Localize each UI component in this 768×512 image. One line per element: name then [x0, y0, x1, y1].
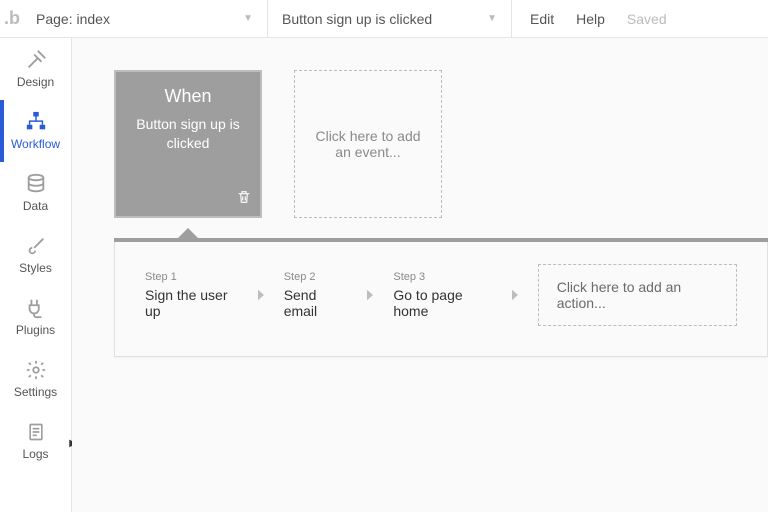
event-card-selected[interactable]: When Button sign up is clicked: [114, 70, 262, 218]
event-selector-label: Button sign up is clicked: [282, 11, 432, 27]
step-number: Step 1: [145, 271, 238, 283]
add-action-label: Click here to add an action...: [557, 279, 682, 311]
sidebar-item-logs[interactable]: Logs: [0, 410, 71, 472]
event-pointer-icon: [178, 228, 198, 238]
database-icon: [23, 173, 49, 195]
step-label: Go to page home: [393, 287, 491, 319]
help-link[interactable]: Help: [576, 11, 605, 27]
page-selector-label: Page: index: [36, 11, 110, 27]
sidebar-item-design[interactable]: Design: [0, 38, 71, 100]
add-action-placeholder[interactable]: Click here to add an action...: [538, 264, 737, 326]
left-sidebar: Design Workflow Data Styles: [0, 38, 72, 512]
event-selector-dropdown[interactable]: Button sign up is clicked ▼: [268, 0, 512, 37]
sidebar-item-styles[interactable]: Styles: [0, 224, 71, 286]
step-number: Step 2: [284, 271, 348, 283]
sidebar-item-label: Design: [17, 75, 54, 89]
add-event-label: Click here to add an event...: [313, 128, 423, 160]
sidebar-item-label: Settings: [14, 385, 57, 399]
event-when-label: When: [164, 86, 211, 107]
logs-icon: [23, 421, 49, 443]
app-logo: .b: [0, 0, 22, 37]
sidebar-item-label: Workflow: [11, 137, 60, 151]
sidebar-item-settings[interactable]: Settings: [0, 348, 71, 410]
page-selector-dropdown[interactable]: Page: index ▼: [22, 0, 268, 37]
arrow-right-icon: [252, 286, 270, 304]
brush-icon: [23, 235, 49, 257]
event-description: Button sign up is clicked: [128, 115, 248, 153]
sidebar-item-label: Data: [23, 199, 48, 213]
top-links: Edit Help Saved: [512, 0, 685, 37]
chevron-down-icon: ▼: [243, 13, 253, 24]
steps-container: Step 1 Sign the user up Step 2 Send emai…: [114, 238, 768, 357]
sidebar-item-data[interactable]: Data: [0, 162, 71, 224]
workflow-canvas: When Button sign up is clicked Click her…: [72, 38, 768, 512]
workflow-icon: [23, 111, 49, 133]
step-label: Sign the user up: [145, 287, 238, 319]
steps-box: Step 1 Sign the user up Step 2 Send emai…: [114, 242, 768, 357]
sidebar-item-plugins[interactable]: Plugins: [0, 286, 71, 348]
chevron-down-icon: ▼: [487, 13, 497, 24]
gear-icon: [23, 359, 49, 381]
arrow-right-icon: [361, 286, 379, 304]
edit-link[interactable]: Edit: [530, 11, 554, 27]
workflow-step[interactable]: Step 3 Go to page home: [393, 271, 491, 319]
trash-icon[interactable]: [236, 189, 252, 210]
workflow-step[interactable]: Step 2 Send email: [284, 271, 348, 319]
design-icon: [23, 49, 49, 71]
workflow-step[interactable]: Step 1 Sign the user up: [145, 271, 238, 319]
top-bar: .b Page: index ▼ Button sign up is click…: [0, 0, 768, 38]
step-label: Send email: [284, 287, 348, 319]
sidebar-item-workflow[interactable]: Workflow: [0, 100, 71, 162]
add-event-placeholder[interactable]: Click here to add an event...: [294, 70, 442, 218]
sidebar-item-label: Styles: [19, 261, 52, 275]
plug-icon: [23, 297, 49, 319]
sidebar-item-label: Plugins: [16, 323, 55, 337]
arrow-right-icon: [506, 286, 524, 304]
events-row: When Button sign up is clicked Click her…: [114, 70, 768, 218]
sidebar-item-label: Logs: [22, 447, 48, 461]
save-status: Saved: [627, 11, 667, 27]
step-number: Step 3: [393, 271, 491, 283]
